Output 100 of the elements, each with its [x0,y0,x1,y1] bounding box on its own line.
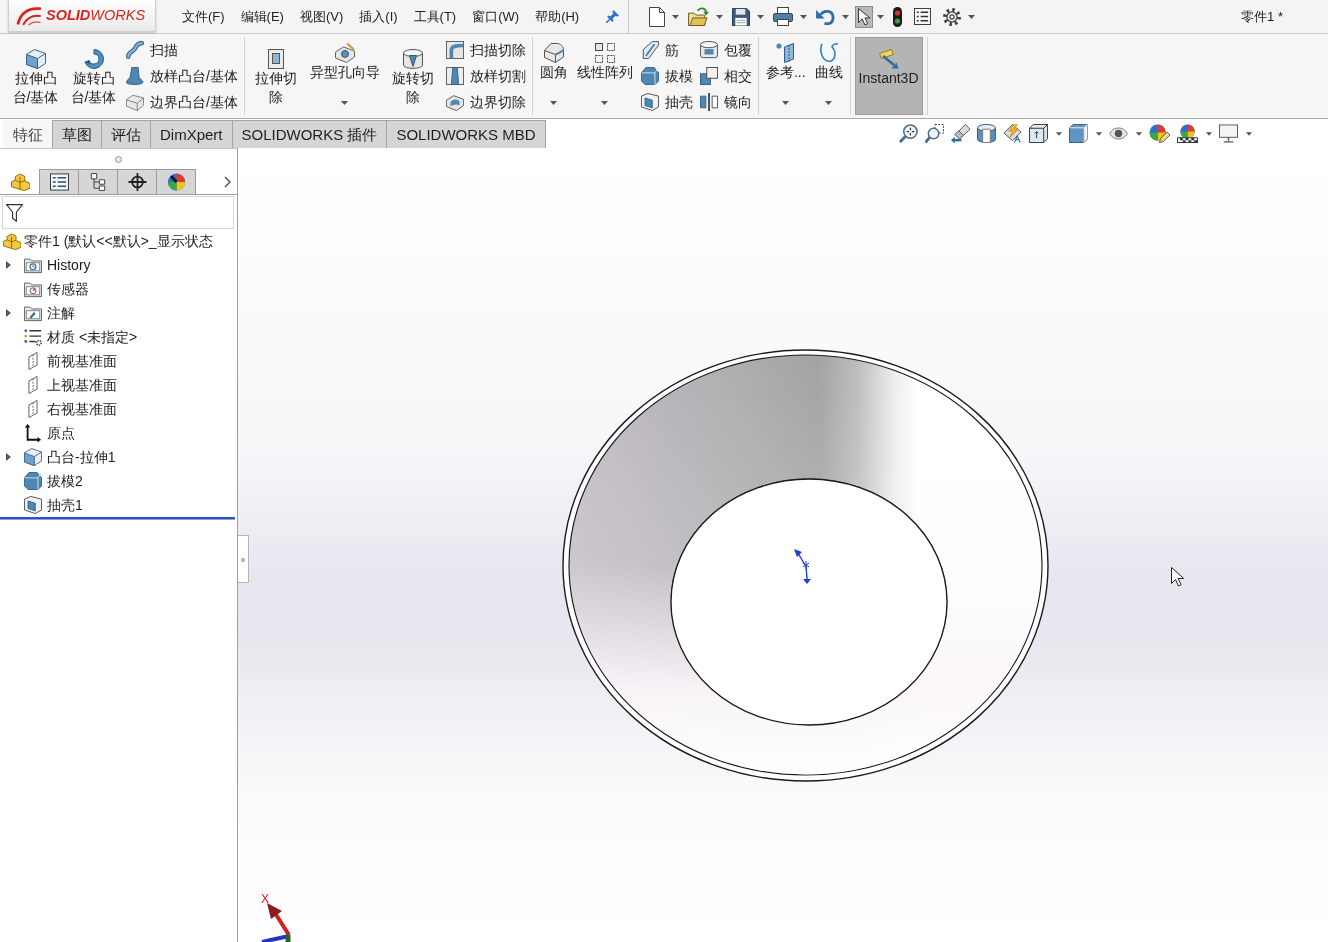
cut-shape-icon [445,93,464,111]
menu-item[interactable]: 视图(V) [299,8,344,25]
command-button[interactable]: 边界凸台/基体 [124,89,240,115]
command-button[interactable]: 参考... [762,37,809,115]
command-button[interactable]: 放样切割 [443,63,528,89]
command-button[interactable]: 拉伸凸台/基体 [8,37,63,115]
command-button[interactable]: 拉伸切除 [248,37,304,115]
command-button[interactable]: 拔模 [638,63,695,89]
command-button[interactable]: 异型孔向导 [306,37,383,115]
command-button[interactable]: 抽壳 [638,89,695,115]
select-button[interactable] [855,5,874,28]
lightning-annotation-icon[interactable] [1003,124,1022,143]
caret-down-icon[interactable] [757,14,765,19]
command-button[interactable]: 相交 [697,63,754,89]
zoom-to-fit-icon[interactable] [899,124,918,143]
caret-down-icon[interactable] [968,14,976,19]
caret-down-icon[interactable] [716,14,724,19]
material-list-icon [24,328,42,346]
panel-tab[interactable] [39,169,79,194]
command-button[interactable]: 边界切除 [443,89,528,115]
caret-down-icon[interactable] [825,101,833,105]
color-ball-pencil-icon[interactable] [1149,124,1170,143]
tree-item[interactable]: 抽壳1 [47,496,83,514]
view-triad-icon [261,903,291,942]
caret-down-icon[interactable] [842,14,850,19]
expand-arrow-icon[interactable] [6,261,11,269]
panel-collapse-handle[interactable] [238,535,249,583]
panel-tab[interactable] [117,169,157,194]
caret-down-icon[interactable] [782,101,790,105]
command-button[interactable]: 放样凸台/基体 [124,63,240,89]
command-button[interactable]: Instant3D [854,37,923,115]
cube-icon [24,448,42,466]
panel-tab[interactable] [156,169,196,194]
command-button[interactable]: 旋转切除 [385,37,441,115]
flashlight-icon[interactable] [951,124,970,143]
tree-item[interactable]: 材质 <未指定> [47,328,138,346]
clock-folder-icon [24,256,42,274]
command-button[interactable]: 镜向 [697,89,754,115]
caret-down-icon[interactable] [1056,131,1062,136]
menu-item[interactable]: 编辑(E) [240,8,284,25]
pin-icon[interactable] [606,10,620,23]
tree-item[interactable]: 前视基准面 [47,352,117,370]
section-cylinder-icon[interactable] [977,124,996,143]
command-button[interactable]: 曲线 [811,37,846,115]
rollback-bar[interactable] [0,517,235,520]
eye-icon[interactable] [1109,127,1128,140]
menu-item[interactable]: 窗口(W) [472,8,520,25]
view-cube-icon[interactable] [1029,124,1048,143]
mirror-icon [699,93,718,111]
expand-arrow-icon[interactable] [6,453,11,461]
tree-item[interactable]: 零件1 (默认<<默认>_显示状态 [24,232,213,250]
command-button[interactable]: 线性阵列 [573,37,636,115]
caret-down-icon[interactable] [550,101,558,105]
cut-block-icon [445,67,464,85]
tree-item[interactable]: 注解 [47,304,75,322]
command-tab[interactable]: 评估 [101,120,151,148]
tree-item[interactable]: 上视基准面 [47,376,117,394]
command-button[interactable]: 旋转凸台/基体 [66,37,121,115]
caret-down-icon[interactable] [672,14,680,19]
caret-down-icon[interactable] [601,101,609,105]
tree-item[interactable]: 传感器 [47,280,89,298]
monitor-icon[interactable] [1219,124,1238,143]
caret-down-icon[interactable] [1096,131,1102,136]
caret-down-icon[interactable] [341,101,349,105]
shaded-box-icon[interactable] [1069,124,1088,143]
menu-item[interactable]: 工具(T) [413,8,457,25]
resize-grip-icon[interactable] [115,155,122,163]
command-tab[interactable]: 特征 [3,120,53,148]
color-ball-scene-icon[interactable] [1177,124,1198,143]
command-button[interactable]: 圆角 [536,37,571,115]
rib-plate-icon [640,41,659,59]
caret-down-icon[interactable] [877,14,885,19]
command-tab[interactable]: DimXpert [150,120,233,148]
caret-down-icon[interactable] [1136,131,1142,136]
command-button[interactable]: 扫描切除 [443,37,528,63]
tree-item[interactable]: 拔模2 [47,472,83,490]
caret-down-icon[interactable] [1206,131,1212,136]
command-tab[interactable]: SOLIDWORKS MBD [386,120,546,148]
filter-field[interactable] [2,196,234,229]
menu-item[interactable]: 插入(I) [359,8,398,25]
plane-icon [28,400,38,418]
command-button[interactable]: 扫描 [124,37,240,63]
filter-icon [6,203,23,222]
menu-item[interactable]: 帮助(H) [535,8,580,25]
expand-arrow-icon[interactable] [6,309,11,317]
command-tab[interactable]: SOLIDWORKS 插件 [231,120,388,148]
command-tab[interactable]: 草图 [52,120,102,148]
panel-tab[interactable] [78,169,118,194]
caret-down-icon[interactable] [800,14,808,19]
tree-item[interactable]: 凸台-拉伸1 [47,448,116,466]
command-button[interactable]: 包覆 [697,37,754,63]
chevron-right-icon[interactable] [224,175,231,188]
tree-item[interactable]: 原点 [47,424,75,442]
tree-item[interactable]: History [47,256,91,274]
menu-item[interactable]: 文件(F) [182,8,225,25]
curved-cut-icon [445,41,464,59]
caret-down-icon[interactable] [1246,131,1252,136]
tree-item[interactable]: 右视基准面 [47,400,117,418]
command-button[interactable]: 筋 [638,37,695,63]
zoom-area-icon[interactable] [925,124,944,143]
